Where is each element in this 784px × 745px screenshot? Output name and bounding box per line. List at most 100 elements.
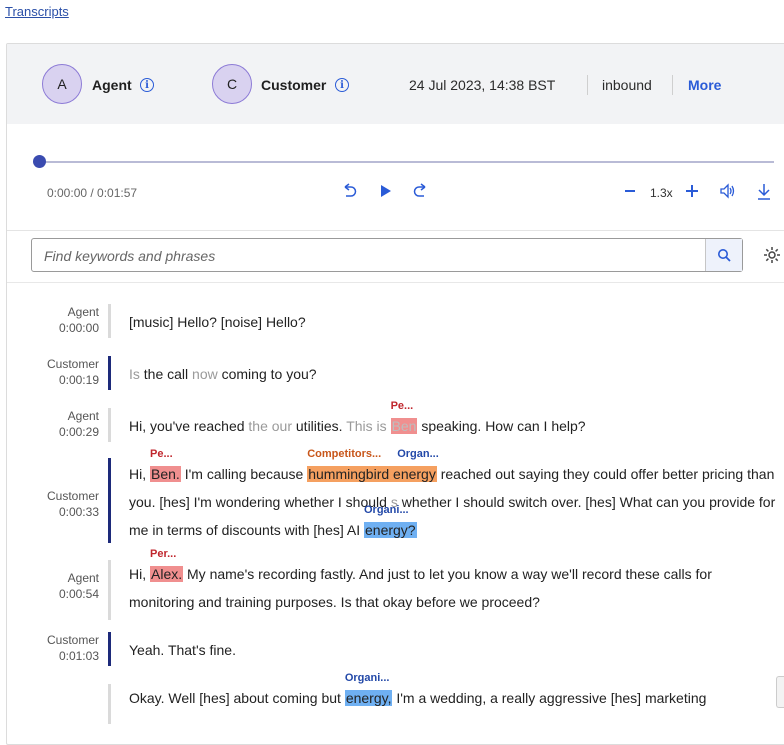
- entity-tag: Organ...: [397, 448, 439, 460]
- section-divider: [7, 230, 784, 231]
- customer-avatar: C: [212, 64, 252, 104]
- speaker-bar: [108, 560, 111, 620]
- header-divider: [587, 75, 588, 95]
- more-link[interactable]: More: [688, 77, 721, 93]
- turn-time[interactable]: 0:00:54: [59, 587, 99, 601]
- speaker-name: Agent: [67, 409, 99, 423]
- playback-speed: 1.3x: [650, 186, 673, 200]
- call-direction: inbound: [602, 77, 652, 93]
- utterance-segment-low-confidence: now: [192, 366, 218, 382]
- agent-avatar: A: [42, 64, 82, 104]
- header-divider: [672, 75, 673, 95]
- utterance-segment: Hi,: [129, 566, 150, 582]
- rewind-icon[interactable]: [341, 183, 357, 203]
- turn-speaker: Customer 0:00:33: [47, 488, 99, 520]
- section-divider: [7, 282, 784, 283]
- turn-time[interactable]: 0:00:00: [59, 321, 99, 335]
- search-input[interactable]: [42, 239, 706, 273]
- breadcrumb-transcripts[interactable]: Transcripts: [5, 4, 69, 19]
- speaker-name: Customer: [46, 633, 99, 647]
- entity-tag: Per...: [150, 548, 177, 560]
- utterance-segment: I'm a wedding, a really aggressive [hes]…: [392, 690, 707, 706]
- agent-name: Agent: [92, 77, 132, 93]
- entity-tag: Organi...: [344, 672, 390, 684]
- search-icon: [718, 249, 731, 262]
- customer-info-icon[interactable]: i: [335, 78, 349, 92]
- playback-time: 0:00:00 / 0:01:57: [47, 186, 138, 200]
- speaker-bar: [108, 408, 111, 442]
- entity-tag: Organi...: [364, 504, 409, 516]
- utterance-text: [music] Hello? [noise] Hello?: [129, 308, 779, 336]
- customer-initial: C: [226, 76, 238, 92]
- speaker-bar: [108, 304, 111, 338]
- call-datetime: 24 Jul 2023, 14:38 BST: [409, 77, 556, 93]
- speaker-name: Customer: [46, 357, 99, 371]
- entity-tag: Pe...: [150, 448, 173, 460]
- agent-initial: A: [57, 76, 67, 92]
- turn-speaker: Customer 0:01:03: [47, 632, 99, 664]
- speed-decrease-icon[interactable]: [624, 183, 636, 203]
- utterance-text: Okay. Well [hes] about coming but Organi…: [129, 672, 779, 712]
- entity-text: energy?: [365, 522, 416, 538]
- agent-info-icon[interactable]: i: [140, 78, 154, 92]
- turn-time[interactable]: 0:00:33: [59, 505, 99, 519]
- speaker-bar: [108, 684, 111, 724]
- utterance-segment: My name's recording fastly. And just to …: [129, 566, 712, 610]
- speaker-name: Agent: [67, 305, 99, 319]
- forward-icon[interactable]: [413, 183, 429, 203]
- entity-tag: Pe...: [390, 400, 414, 412]
- entity-text: hummingbird energy: [308, 466, 436, 482]
- entity-organization[interactable]: Organi... energy?: [364, 504, 417, 538]
- search-box: [31, 238, 743, 273]
- turn-time[interactable]: 0:00:19: [59, 373, 99, 387]
- utterance-segment-low-confidence: This is: [346, 418, 387, 434]
- utterance-segment: Yeah. That's fine.: [129, 642, 236, 658]
- scrollbar-handle[interactable]: [776, 676, 784, 708]
- entity-person[interactable]: Pe... Ben.: [150, 448, 181, 482]
- entity-tag: Competitors...: [307, 448, 382, 460]
- entity-text: Ben: [391, 418, 417, 434]
- turn-speaker: Customer 0:00:19: [47, 356, 99, 388]
- turn-speaker: Agent 0:00:29: [59, 408, 99, 440]
- download-icon[interactable]: [756, 183, 772, 205]
- entity-text: Alex.: [151, 566, 183, 582]
- entity-text: Ben.: [151, 466, 180, 482]
- utterance-segment-low-confidence: the our: [248, 418, 292, 434]
- utterance-segment: I'm calling because: [180, 466, 308, 482]
- utterance-segment: Okay. Well [hes] about coming but: [129, 690, 345, 706]
- utterance-text: Is the call now coming to you?: [129, 360, 779, 388]
- volume-icon[interactable]: [719, 183, 737, 203]
- utterance-segment: utilities.: [292, 418, 347, 434]
- entity-competitor[interactable]: Competitors... Organ... hummingbird energy: [307, 448, 439, 482]
- utterance-text: Hi, you've reached the our utilities. Th…: [129, 400, 779, 440]
- utterance-segment: [music] Hello? [noise] Hello?: [129, 314, 306, 330]
- settings-gear-icon[interactable]: [763, 246, 781, 269]
- transcript-panel: A Agent i C Customer i 24 Jul 2023, 14:3…: [6, 43, 784, 745]
- utterance-text: Hi, Per... Alex. My name's recording fast…: [129, 548, 779, 616]
- entity-person[interactable]: Pe... Ben: [390, 400, 418, 434]
- turn-speaker: Agent 0:00:00: [59, 304, 99, 336]
- turn-time[interactable]: 0:00:29: [59, 425, 99, 439]
- utterance-text: Hi, Pe... Ben. I'm calling because Compet…: [129, 448, 779, 544]
- turn-time[interactable]: 0:01:03: [59, 649, 99, 663]
- speaker-bar: [108, 356, 111, 390]
- entity-text: energy,: [345, 690, 392, 706]
- speed-increase-icon[interactable]: [685, 183, 699, 203]
- utterance-segment-low-confidence: Is: [129, 366, 140, 382]
- playback-track[interactable]: [40, 161, 774, 163]
- speaker-name: Customer: [46, 489, 99, 503]
- utterance-segment: coming to you?: [217, 366, 317, 382]
- playback-knob[interactable]: [33, 155, 46, 168]
- entity-person[interactable]: Per... Alex.: [150, 548, 184, 582]
- utterance-segment: Hi, you've reached: [129, 418, 249, 434]
- utterance-segment: speaking. How can I help?: [417, 418, 586, 434]
- utterance-segment: [387, 418, 391, 434]
- utterance-segment: the call: [139, 366, 193, 382]
- speaker-bar: [108, 458, 111, 543]
- play-icon[interactable]: [379, 183, 393, 203]
- search-button[interactable]: [705, 239, 742, 271]
- entity-organization[interactable]: Organi... energy,: [344, 672, 393, 706]
- utterance-segment: Hi,: [129, 466, 150, 482]
- call-header: A Agent i C Customer i 24 Jul 2023, 14:3…: [7, 44, 784, 124]
- speaker-name: Agent: [67, 571, 99, 585]
